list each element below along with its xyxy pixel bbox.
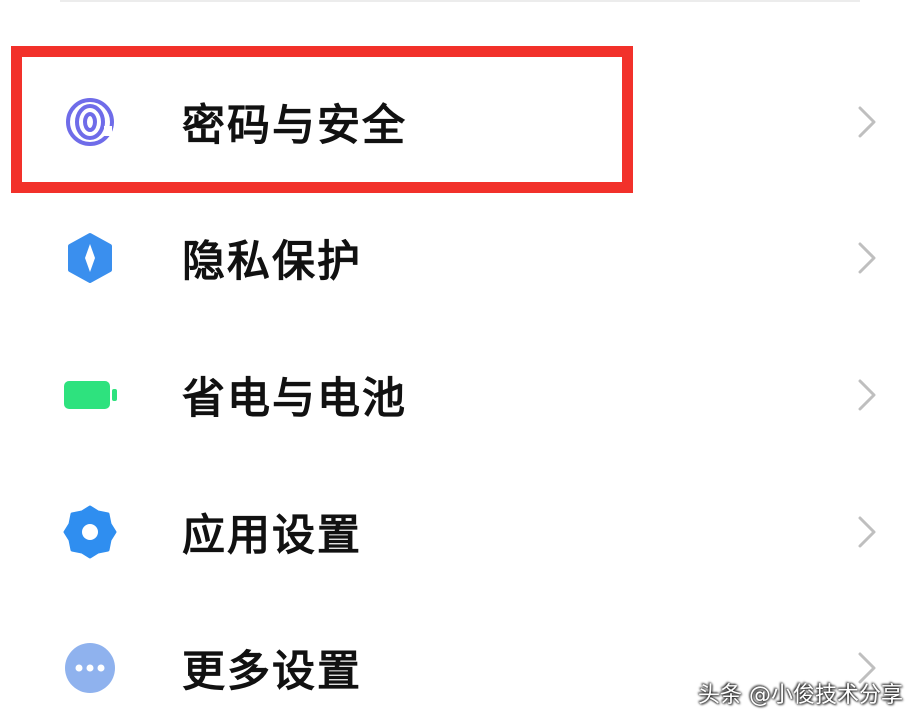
chevron-right-icon <box>852 238 882 278</box>
settings-item-password-security[interactable]: 密码与安全 <box>0 62 923 182</box>
settings-item-label: 应用设置 <box>182 511 362 561</box>
chevron-right-icon <box>852 102 882 142</box>
watermark: 头条 @小俊技术分享 <box>698 683 903 708</box>
privacy-shield-icon <box>62 230 118 286</box>
chevron-right-icon <box>852 375 882 415</box>
settings-item-label: 省电与电池 <box>182 374 407 424</box>
settings-item-label: 更多设置 <box>182 647 362 697</box>
settings-list: 密码与安全 隐私保护 省电与电池 应用设置 更多设置 <box>0 0 923 723</box>
chevron-right-icon <box>852 512 882 552</box>
battery-icon <box>62 367 118 423</box>
settings-item-label: 密码与安全 <box>182 101 407 151</box>
settings-item-privacy[interactable]: 隐私保护 <box>0 198 923 318</box>
settings-item-battery[interactable]: 省电与电池 <box>0 335 923 455</box>
more-dots-icon <box>62 640 118 696</box>
settings-item-app-settings[interactable]: 应用设置 <box>0 472 923 592</box>
settings-item-label: 隐私保护 <box>182 237 362 287</box>
settings-item-more-settings[interactable]: 更多设置 <box>0 608 923 728</box>
gear-icon <box>62 504 118 560</box>
fingerprint-icon <box>62 94 118 150</box>
